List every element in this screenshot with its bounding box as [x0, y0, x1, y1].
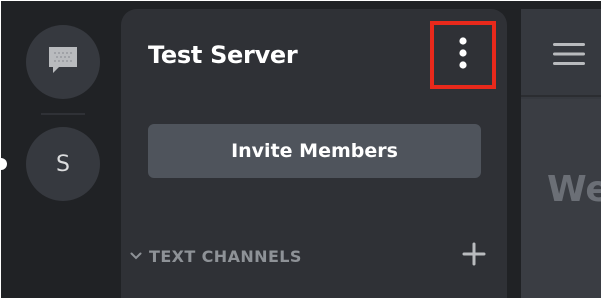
server-name[interactable]: Test Server [148, 41, 298, 69]
server-initial: S [56, 151, 70, 177]
server-icon-test-server[interactable]: S [26, 127, 100, 201]
category-label: TEXT CHANNELS [149, 246, 302, 266]
invite-members-button[interactable]: Invite Members [148, 124, 481, 178]
chat-area: We [521, 9, 601, 298]
direct-messages-button[interactable] [26, 25, 100, 99]
rail-divider [41, 113, 85, 115]
plus-icon [462, 242, 486, 270]
chat-header [521, 9, 601, 97]
invite-members-label: Invite Members [231, 140, 398, 162]
selected-server-indicator [1, 158, 7, 170]
channel-panel: Test Server Invite Members TEXT CHANNELS [121, 9, 507, 298]
welcome-heading: We [547, 169, 601, 210]
hamburger-icon[interactable] [553, 41, 585, 67]
server-options-button[interactable] [430, 21, 496, 89]
chevron-down-icon [129, 249, 143, 263]
chat-bubble-icon [45, 43, 81, 81]
app-window: S Test Server Invite Members TEXT CHANNE… [1, 1, 601, 298]
category-text-channels[interactable]: TEXT CHANNELS [129, 242, 489, 270]
vertical-ellipsis-icon [458, 36, 468, 74]
server-rail: S [1, 1, 121, 298]
add-channel-button[interactable] [459, 241, 489, 271]
